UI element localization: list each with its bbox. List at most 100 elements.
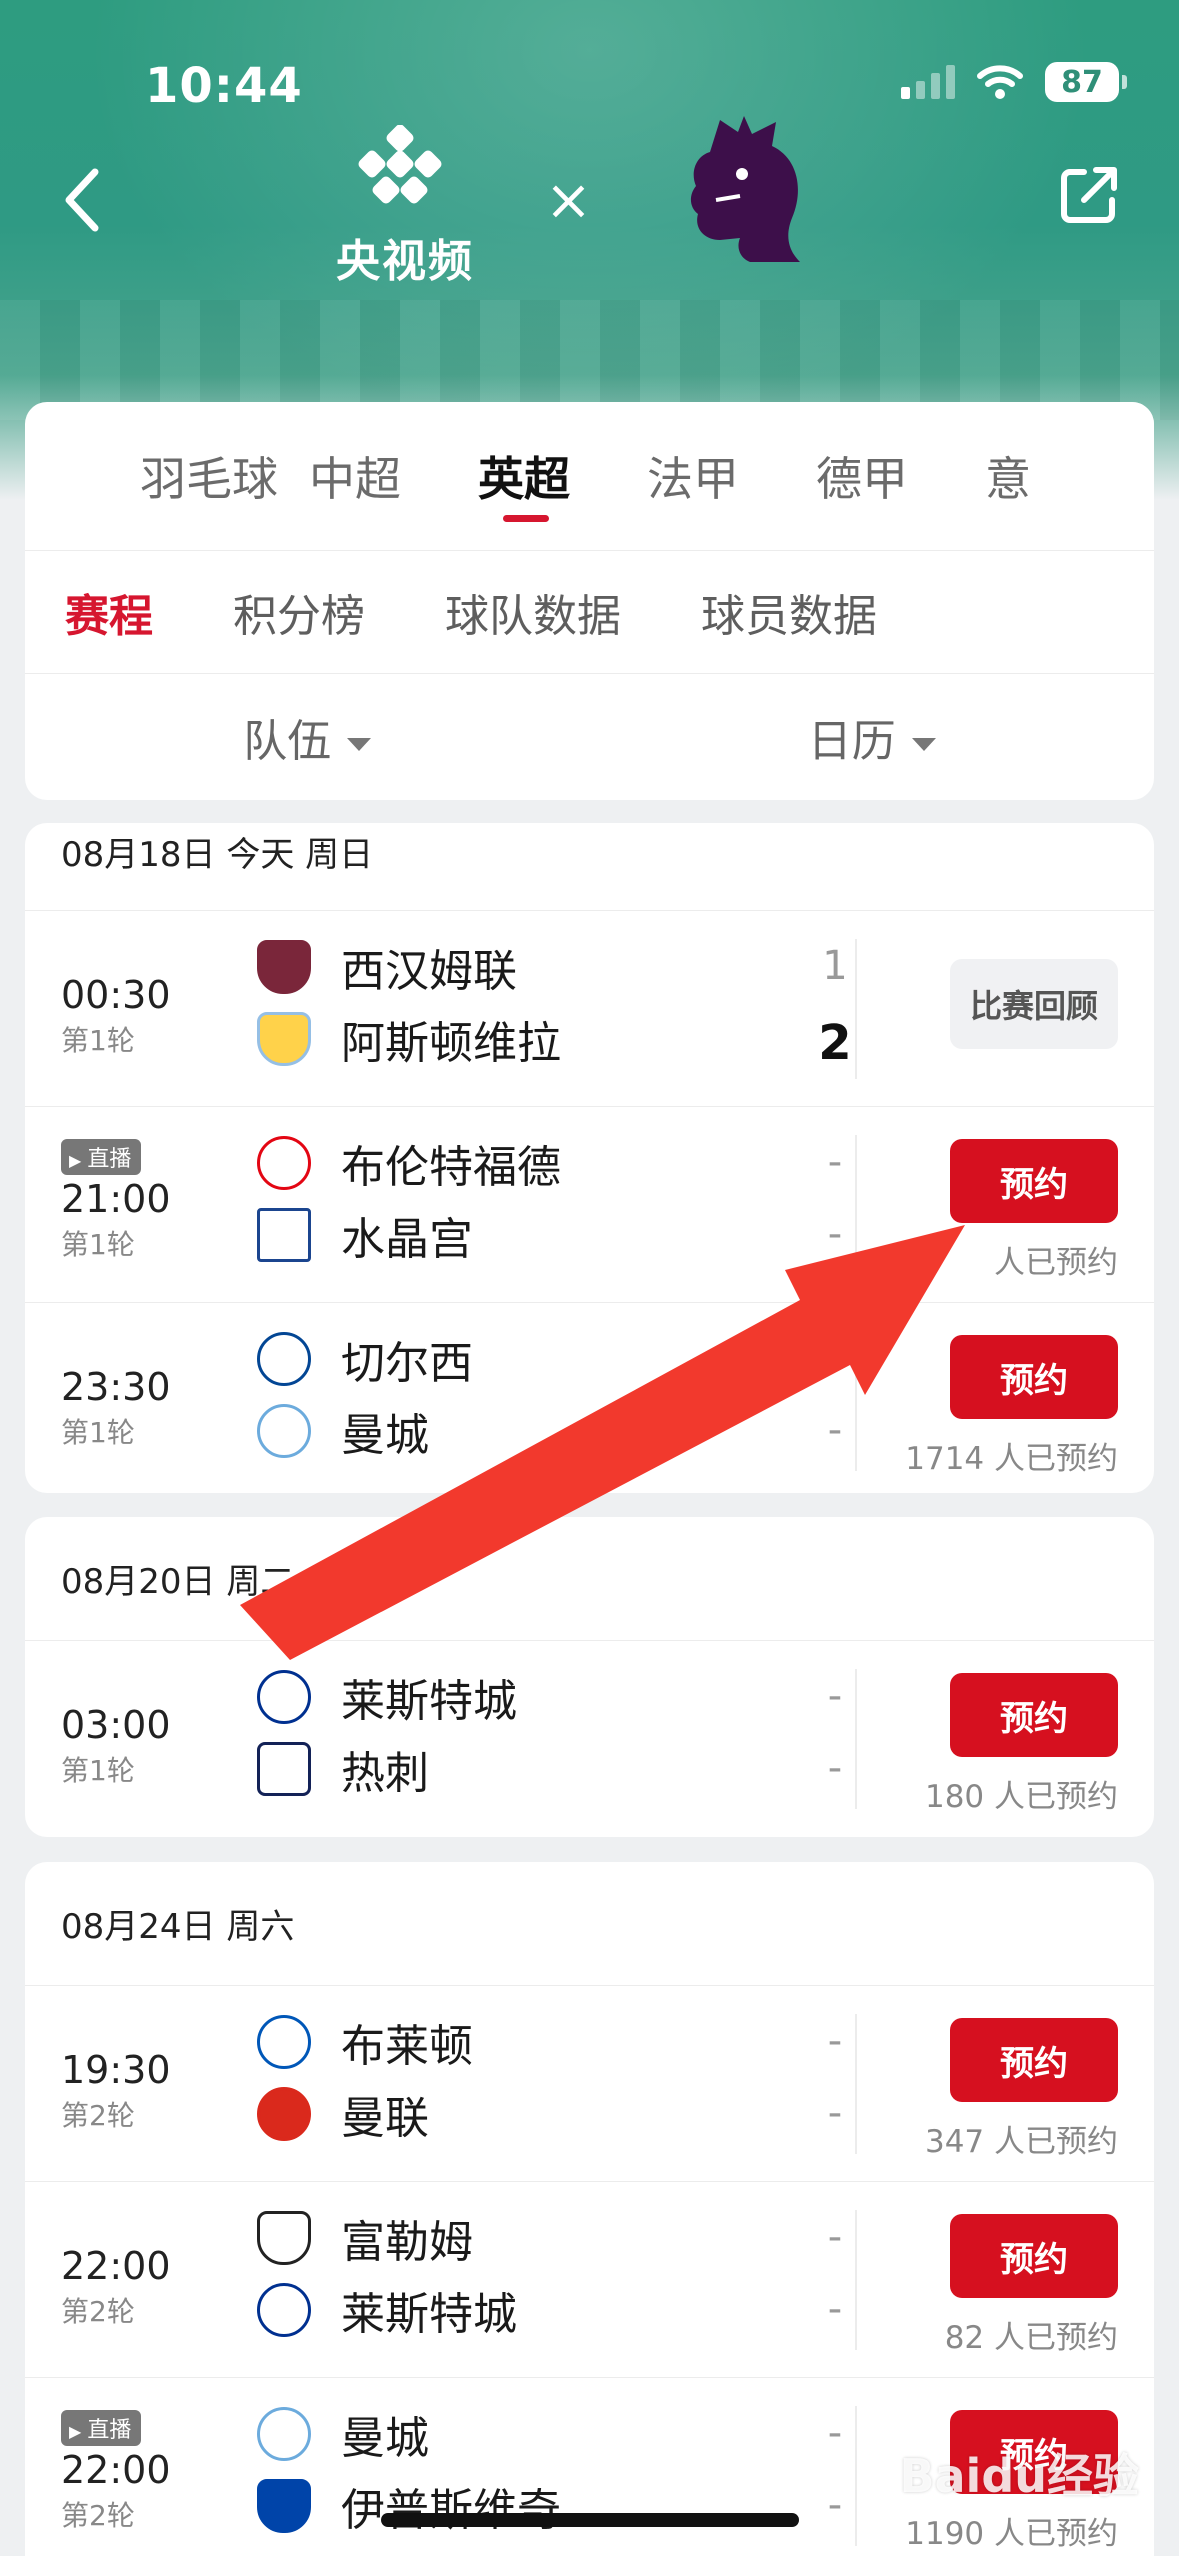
away-score: - — [827, 1745, 843, 1791]
tab-bundesliga[interactable]: 德甲 — [816, 443, 985, 509]
home-score: - — [827, 2018, 843, 2064]
share-button[interactable] — [1054, 160, 1124, 230]
reserve-button[interactable]: 预约 — [950, 1335, 1118, 1419]
tab-csl[interactable]: 中超 — [309, 443, 478, 509]
away-team: 热刺 — [257, 1737, 429, 1801]
match-row[interactable]: 23:30 第1轮 切尔西 曼城 - - 预约 1714 人已预约 — [25, 1303, 1154, 1493]
navigation-card: 羽毛球 中超 英超 法甲 德甲 意 赛程 积分榜 球队数据 球员数据 队伍 日历 — [25, 402, 1154, 800]
day-card-0818: 08月18日 今天 周日 00:30 第1轮 西汉姆联 阿斯顿维拉 1 2 比赛… — [25, 823, 1154, 1493]
fulham-crest-icon — [257, 2211, 311, 2265]
man-united-crest-icon — [257, 2087, 311, 2141]
ipswich-crest-icon — [257, 2479, 311, 2533]
match-row[interactable]: 22:00 第2轮 富勒姆 莱斯特城 - - 预约 82 人已预约 — [25, 2182, 1154, 2378]
home-team: 切尔西 — [257, 1327, 473, 1391]
team-name: 莱斯特城 — [341, 1676, 517, 1727]
team-name: 布伦特福德 — [341, 1142, 561, 1193]
home-score: - — [827, 2410, 843, 2456]
subtab-player-stats[interactable]: 球员数据 — [701, 580, 877, 644]
home-score: - — [827, 2214, 843, 2260]
divider — [855, 2014, 857, 2154]
baidu-watermark: Baidu经验 — [899, 2449, 1139, 2503]
caret-down-icon — [347, 737, 372, 751]
brand-text: 央视频 — [336, 236, 474, 287]
match-row[interactable]: 03:00 第1轮 莱斯特城 热刺 - - 预约 180 人已预约 — [25, 1641, 1154, 1837]
cctv-logo-icon — [358, 124, 442, 204]
subtab-schedule[interactable]: 赛程 — [65, 580, 153, 644]
home-score: - — [827, 1335, 843, 1381]
premier-league-logo-icon — [690, 116, 800, 262]
reserve-button[interactable]: 预约 — [950, 2018, 1118, 2102]
calendar-filter-label: 日历 — [807, 716, 896, 767]
match-round: 第2轮 — [61, 2499, 135, 2532]
battery-indicator: 87 — [1045, 62, 1127, 102]
brentford-crest-icon — [257, 1136, 311, 1190]
match-row[interactable]: 19:30 第2轮 布莱顿 曼联 - - 预约 347 人已预约 — [25, 1986, 1154, 2182]
match-row[interactable]: 直播 21:00 第1轮 布伦特福德 水晶宫 - - 预约 人已预约 — [25, 1107, 1154, 1303]
chelsea-crest-icon — [257, 1332, 311, 1386]
tabs-fade — [1064, 402, 1154, 550]
cellular-signal-icon — [901, 65, 955, 99]
reserve-count: 1190 人已预约 — [905, 2516, 1118, 2552]
reserve-button[interactable]: 预约 — [950, 2214, 1118, 2298]
match-row[interactable]: 00:30 第1轮 西汉姆联 阿斯顿维拉 1 2 比赛回顾 — [25, 911, 1154, 1107]
home-team: 布伦特福德 — [257, 1131, 561, 1195]
reserve-count: 1714 人已预约 — [905, 1441, 1118, 1477]
home-score: 1 — [822, 943, 848, 989]
match-time: 00:30 — [61, 973, 171, 1017]
home-indicator[interactable] — [381, 2513, 799, 2527]
team-name: 莱斯特城 — [341, 2289, 517, 2340]
reserve-button[interactable]: 预约 — [950, 1673, 1118, 1757]
league-tabs: 羽毛球 中超 英超 法甲 德甲 意 — [25, 402, 1154, 550]
aston-villa-crest-icon — [257, 1012, 311, 1066]
cctv-video-logo: 央视频 — [325, 124, 485, 287]
match-time: 23:30 — [61, 1365, 171, 1409]
sub-tabs: 赛程 积分榜 球队数据 球员数据 — [25, 550, 1154, 674]
team-name: 布莱顿 — [341, 2021, 473, 2072]
live-badge: 直播 — [61, 2410, 142, 2446]
divider — [855, 2406, 857, 2546]
away-score: - — [827, 1407, 843, 1453]
divider — [855, 1331, 857, 1471]
calendar-filter[interactable]: 日历 — [590, 705, 1155, 769]
reserve-count: 180 人已预约 — [924, 1779, 1118, 1815]
home-team: 莱斯特城 — [257, 1665, 517, 1729]
match-round: 第2轮 — [61, 2099, 135, 2132]
man-city-crest-icon — [257, 2407, 311, 2461]
team-name: 西汉姆联 — [341, 946, 517, 997]
team-filter-label: 队伍 — [243, 716, 332, 767]
tab-badminton[interactable]: 羽毛球 — [140, 443, 309, 509]
match-round: 第1轮 — [61, 1024, 135, 1057]
match-time: 22:00 — [61, 2448, 171, 2492]
match-time: 21:00 — [61, 1177, 171, 1221]
subtab-standings[interactable]: 积分榜 — [233, 580, 365, 644]
day-header: 08月20日 周二 — [25, 1517, 1154, 1641]
team-name: 曼城 — [341, 1410, 429, 1461]
match-review-button[interactable]: 比赛回顾 — [950, 959, 1118, 1049]
caret-down-icon — [911, 737, 936, 751]
reserve-button[interactable]: 预约 — [950, 1139, 1118, 1223]
tab-premier-league[interactable]: 英超 — [478, 443, 647, 522]
away-score: - — [827, 2482, 843, 2528]
collab-times-symbol: × — [545, 168, 592, 233]
leicester-crest-icon — [257, 1670, 311, 1724]
back-button[interactable] — [55, 160, 115, 240]
away-team: 水晶宫 — [257, 1203, 473, 1267]
away-score: - — [827, 2286, 843, 2332]
match-round: 第1轮 — [61, 1228, 135, 1261]
tab-ligue1[interactable]: 法甲 — [647, 443, 816, 509]
home-team: 曼城 — [257, 2402, 429, 2466]
subtab-team-stats[interactable]: 球队数据 — [445, 580, 621, 644]
wifi-icon — [977, 65, 1023, 99]
away-score: - — [827, 2090, 843, 2136]
status-time: 10:44 — [145, 58, 303, 114]
reserve-count: 82 人已预约 — [944, 2320, 1118, 2356]
team-filter[interactable]: 队伍 — [25, 705, 590, 769]
away-team: 曼城 — [257, 1399, 429, 1463]
home-team: 富勒姆 — [257, 2206, 473, 2270]
match-time: 03:00 — [61, 1703, 171, 1747]
home-score: - — [827, 1673, 843, 1719]
home-score: - — [827, 1139, 843, 1185]
day-card-0820: 08月20日 周二 03:00 第1轮 莱斯特城 热刺 - - 预约 180 人… — [25, 1517, 1154, 1837]
away-team: 曼联 — [257, 2082, 429, 2146]
team-name: 富勒姆 — [341, 2217, 473, 2268]
